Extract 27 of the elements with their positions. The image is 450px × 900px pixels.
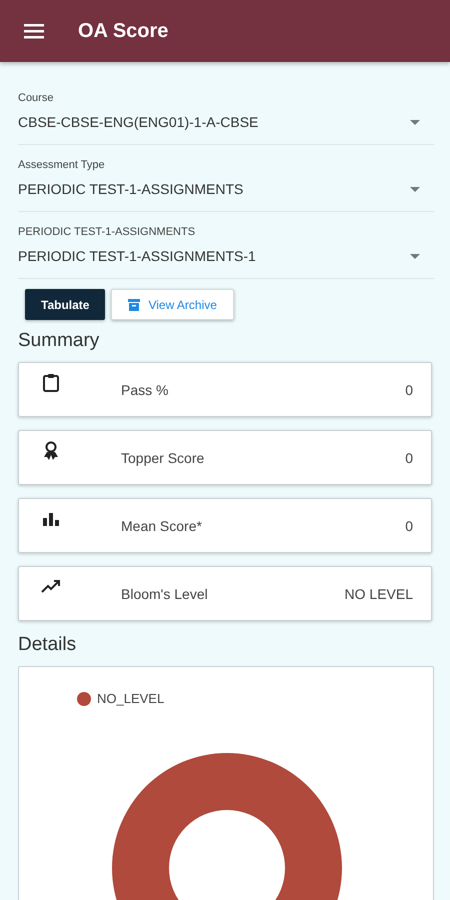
clipboard-icon bbox=[41, 373, 61, 393]
award-icon bbox=[41, 441, 61, 461]
archive-icon bbox=[128, 298, 140, 310]
field-label: Course bbox=[18, 92, 54, 104]
dropdown-caret-icon bbox=[410, 186, 420, 192]
summary-value: 0 bbox=[405, 382, 413, 398]
section-heading: Details bbox=[18, 634, 78, 656]
dropdown-field[interactable]: CBSE-CBSE-ENG(ENG01)-1-A-CBSE bbox=[18, 114, 434, 144]
summary-value: 0 bbox=[405, 450, 413, 466]
section-heading: Summary bbox=[18, 330, 100, 352]
summary-label: Topper Score bbox=[121, 450, 206, 466]
dropdown-field[interactable]: PERIODIC TEST-1-ASSIGNMENTS bbox=[18, 181, 434, 211]
dropdown-caret-icon bbox=[410, 120, 420, 124]
field-label: Assessment Type bbox=[18, 159, 106, 171]
legend-label: NO_LEVEL bbox=[97, 691, 164, 706]
field-label: PERIODIC TEST-1-ASSIGNMENTS bbox=[18, 226, 196, 238]
summary-value: 0 bbox=[405, 518, 413, 534]
tabulate-button[interactable]: Tabulate bbox=[25, 289, 106, 320]
app-title: OA Score bbox=[78, 20, 168, 42]
menu-icon[interactable] bbox=[24, 22, 46, 40]
summary-label: Pass % bbox=[121, 382, 170, 398]
summary-label: Bloom's Level bbox=[121, 586, 209, 602]
dropdown-caret-icon bbox=[410, 254, 420, 258]
archive-button[interactable]: View Archive bbox=[111, 289, 234, 320]
summary-value: NO LEVEL bbox=[344, 586, 413, 602]
dropdown-field[interactable]: PERIODIC TEST-1-ASSIGNMENTS-1 bbox=[18, 248, 434, 278]
summary-label: Mean Score* bbox=[121, 518, 203, 534]
